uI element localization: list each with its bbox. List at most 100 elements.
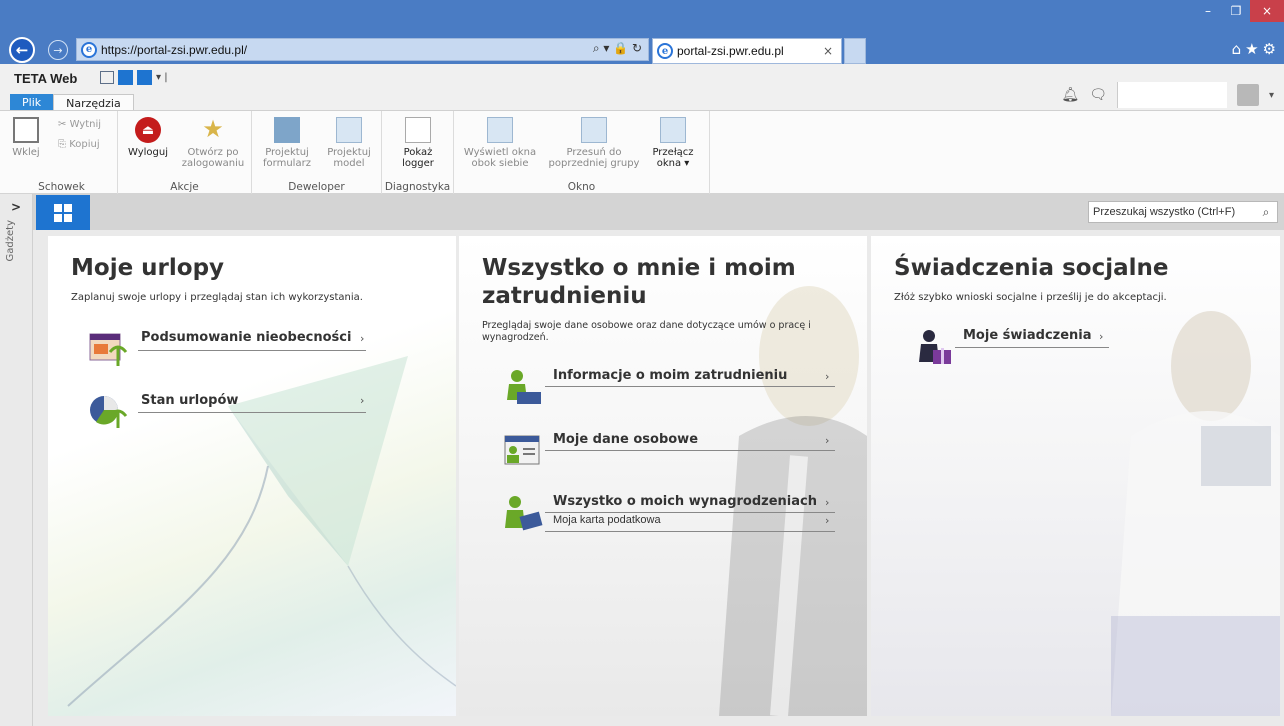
app-header: TETA Web ▾ | Plik Narzędzia 🔔︎ 🗨︎ ▾ xyxy=(0,64,1284,110)
tab-close-icon[interactable]: × xyxy=(823,44,841,58)
chevron-right-icon: › xyxy=(360,332,365,345)
side-by-side-label: Wyświetl okna obok siebie xyxy=(463,147,537,169)
avatar[interactable] xyxy=(1236,84,1259,106)
copy-button[interactable]: ⎘ Kopiuj xyxy=(58,139,100,150)
address-url: https://portal-zsi.pwr.edu.pl/ xyxy=(101,42,248,57)
chevron-right-icon: › xyxy=(825,514,830,527)
link-label: Moje dane osobowe xyxy=(553,432,699,447)
expand-chevron-icon[interactable]: > xyxy=(11,200,21,214)
design-form-button[interactable]: Projektuj formularz xyxy=(256,117,318,169)
minimize-button[interactable]: – xyxy=(1194,0,1222,22)
side-by-side-icon xyxy=(487,117,513,143)
link-moje-dane-osobowe[interactable]: Moje dane osobowe › xyxy=(503,430,843,474)
chevron-right-icon: › xyxy=(825,496,830,509)
paste-label: Wklej xyxy=(12,147,40,158)
link-informacje-o-zatrudnieniu[interactable]: Informacje o moim zatrudnieniu › xyxy=(503,366,843,410)
user-name-box[interactable] xyxy=(1116,82,1227,108)
salary-icon xyxy=(505,496,543,531)
model-design-icon xyxy=(336,117,362,143)
switch-windows-label: Przełącz okna xyxy=(652,147,694,169)
side-by-side-button[interactable]: Wyświetl okna obok siebie xyxy=(460,117,540,169)
group-label-okno: Okno xyxy=(567,181,596,193)
group-label-diagnostyka: Diagnostyka xyxy=(384,181,451,193)
panel-title: Świadczenia socjalne xyxy=(894,255,1169,281)
bell-icon[interactable]: 🔔︎ xyxy=(1061,87,1079,103)
group-diagnostyka: Pokaż logger Diagnostyka xyxy=(382,111,454,195)
panel-zatrudnienie: Wszystko o mnie i moim zatrudnieniu Prze… xyxy=(459,236,867,716)
search-input[interactable]: Przeszukaj wszystko (Ctrl+F) xyxy=(1093,206,1255,218)
group-schowek: Wklej ✂ Wytnij ⎘ Kopiuj Schowek xyxy=(6,111,118,195)
design-model-button[interactable]: Projektuj model xyxy=(320,117,378,169)
new-tab-button[interactable] xyxy=(844,38,866,64)
search-box[interactable]: Przeszukaj wszystko (Ctrl+F) ⌕ xyxy=(1088,201,1278,223)
user-menu-chevron-icon[interactable]: ▾ xyxy=(1269,90,1274,101)
link-podsumowanie-nieobecnosci[interactable]: Podsumowanie nieobecności › xyxy=(88,328,378,372)
tab-narzedzia[interactable]: Narzędzia xyxy=(53,94,134,110)
absence-summary-icon xyxy=(89,333,128,366)
move-group-icon xyxy=(581,117,607,143)
design-model-label: Projektuj model xyxy=(327,147,371,169)
vacation-balance-icon xyxy=(90,396,128,428)
link-moje-swiadczenia[interactable]: Moje świadczenia › xyxy=(915,326,1115,370)
link-underline xyxy=(545,512,835,513)
save-icon[interactable] xyxy=(100,71,114,84)
start-menu-button[interactable] xyxy=(36,195,90,230)
group-label-deweloper: Deweloper xyxy=(288,181,345,193)
link-underline xyxy=(138,412,366,413)
open-after-login-button[interactable]: ★ Otwórz po zalogowaniu xyxy=(176,117,250,169)
link-moja-karta-podatkowa[interactable]: Moja karta podatkowa › xyxy=(545,514,843,534)
link-label: Podsumowanie nieobecności xyxy=(141,330,352,345)
tab-plik[interactable]: Plik xyxy=(10,94,54,110)
link-underline xyxy=(138,350,366,351)
logout-icon: ⏏ xyxy=(135,117,161,143)
personal-data-icon xyxy=(504,435,540,465)
grid-icon[interactable] xyxy=(118,70,133,85)
logger-icon xyxy=(405,117,431,143)
chevron-right-icon: › xyxy=(825,434,830,447)
move-prev-group-button[interactable]: Przesuń do poprzedniej grupy xyxy=(546,117,642,169)
link-label: Informacje o moim zatrudnieniu xyxy=(553,368,788,383)
employment-info-icon xyxy=(507,370,541,404)
panel-moje-urlopy: Moje urlopy Zaplanuj swoje urlopy i prze… xyxy=(48,236,456,716)
back-button[interactable]: ← xyxy=(9,37,35,63)
ribbon-tabs: Plik Narzędzia xyxy=(10,94,134,110)
link-underline xyxy=(545,450,835,451)
chevron-right-icon: › xyxy=(360,394,365,407)
home-icon[interactable] xyxy=(137,70,152,85)
window-controls: – ❐ × xyxy=(1194,0,1284,22)
cut-label: Wytnij xyxy=(69,119,102,130)
paste-button[interactable]: Wklej xyxy=(12,117,40,158)
open-after-label: Otwórz po zalogowaniu xyxy=(181,147,245,169)
panel-description: Zaplanuj swoje urlopy i przeglądaj stan … xyxy=(71,292,363,303)
message-icon[interactable]: 🗨︎ xyxy=(1089,87,1107,103)
forward-button[interactable]: → xyxy=(48,40,68,60)
link-underline xyxy=(955,347,1109,348)
panel-swiadczenia: Świadczenia socjalne Złóż szybko wnioski… xyxy=(871,236,1280,716)
search-icon[interactable]: ⌕ xyxy=(1255,205,1277,220)
link-underline xyxy=(545,531,835,532)
chevron-right-icon: › xyxy=(1099,330,1104,343)
browser-tab[interactable]: e portal-zsi.pwr.edu.pl × xyxy=(652,38,842,64)
app-title: TETA Web xyxy=(14,71,78,86)
address-tools[interactable]: ⌕ ▾ 🔒 ↻ xyxy=(593,41,642,56)
restore-button[interactable]: ❐ xyxy=(1222,0,1250,22)
link-label: Moje świadczenia xyxy=(963,328,1092,343)
group-label-schowek: Schowek xyxy=(38,181,85,193)
sublink-label: Moja karta podatkowa xyxy=(553,514,661,526)
qat-dropdown-icon[interactable]: ▾ | xyxy=(156,72,168,83)
link-stan-urlopow[interactable]: Stan urlopów › xyxy=(88,390,378,434)
tab-title: portal-zsi.pwr.edu.pl xyxy=(677,44,784,58)
switch-windows-button[interactable]: Przełącz okna ▾ xyxy=(648,117,698,169)
kite-decoration xyxy=(67,356,456,707)
address-bar[interactable]: e https://portal-zsi.pwr.edu.pl/ ⌕ ▾ 🔒 ↻ xyxy=(76,38,649,61)
link-underline xyxy=(545,386,835,387)
close-button[interactable]: × xyxy=(1250,0,1284,22)
move-prev-label: Przesuń do poprzedniej grupy xyxy=(548,147,640,169)
show-logger-button[interactable]: Pokaż logger xyxy=(388,117,448,169)
gadgets-sidebar[interactable]: > Gadżety xyxy=(0,194,33,726)
logout-button[interactable]: ⏏ Wyloguj xyxy=(120,117,176,158)
group-deweloper: Projektuj formularz Projektuj model Dewe… xyxy=(252,111,382,195)
browser-toolbar-icons[interactable]: ⌂★⚙ xyxy=(1232,40,1280,58)
cut-button[interactable]: ✂ Wytnij xyxy=(58,119,101,130)
tiles-icon xyxy=(54,203,72,222)
